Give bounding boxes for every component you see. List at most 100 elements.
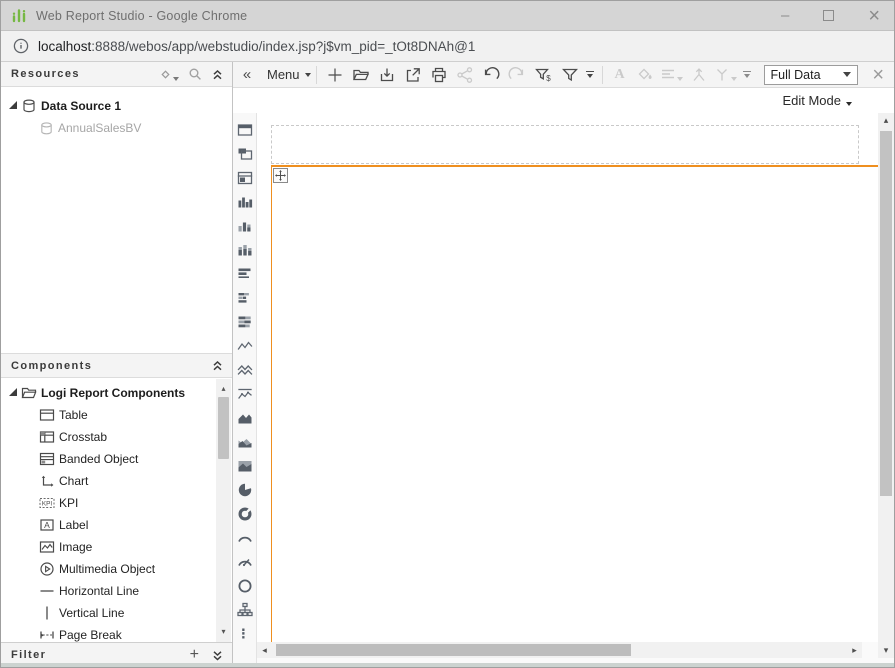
save-button[interactable] <box>374 63 400 87</box>
palette-arc-chart-icon[interactable] <box>235 526 255 550</box>
palette-circle-chart-icon[interactable] <box>235 574 255 598</box>
tree-node-data-source[interactable]: Data Source 1 <box>9 95 121 117</box>
scroll-up-icon[interactable]: ▴ <box>878 113 894 128</box>
save-icon <box>378 66 396 84</box>
component-label: Crosstab <box>59 430 107 444</box>
url-host: localhost <box>38 39 91 54</box>
filter-button[interactable] <box>557 63 583 87</box>
maximize-icon[interactable] <box>823 10 834 21</box>
palette-column-chart-icon[interactable] <box>235 190 255 214</box>
scroll-right-icon[interactable]: ▸ <box>847 642 862 658</box>
palette-stacked-column-chart-icon[interactable] <box>235 238 255 262</box>
add-filter-icon[interactable]: + <box>190 647 199 663</box>
component-item-image[interactable]: Image <box>39 536 92 558</box>
report-design-canvas[interactable] <box>257 113 879 642</box>
address-bar[interactable]: localhost:8888/webos/app/webstudio/index… <box>1 31 894 62</box>
collapse-toolbar-icon[interactable]: « <box>235 63 259 87</box>
redo-icon <box>508 66 526 84</box>
component-item-horizontal-line[interactable]: Horizontal Line <box>39 580 139 602</box>
palette-area-chart-mixed-icon[interactable] <box>235 430 255 454</box>
edit-mode-button[interactable]: Edit Mode <box>782 93 852 108</box>
components-panel-title: Components <box>11 360 92 372</box>
component-label: Horizontal Line <box>59 584 139 598</box>
printer-icon <box>430 66 448 84</box>
palette-stacked-bar-chart-icon[interactable] <box>235 310 255 334</box>
scroll-down-icon[interactable]: ▾ <box>216 624 231 638</box>
palette-column-chart-mixed-icon[interactable] <box>235 214 255 238</box>
component-item-crosstab[interactable]: Crosstab <box>39 426 107 448</box>
palette-donut-chart-icon[interactable] <box>235 502 255 526</box>
component-item-page-break[interactable]: Page Break <box>39 624 122 642</box>
palette-pie-chart-icon[interactable] <box>235 478 255 502</box>
palette-line-marker-chart-icon[interactable] <box>235 382 255 406</box>
search-icon[interactable] <box>188 67 202 81</box>
scroll-left-icon[interactable]: ◂ <box>257 642 272 658</box>
undo-button[interactable] <box>478 63 504 87</box>
tree-node-components-root[interactable]: Logi Report Components <box>9 382 185 404</box>
component-item-banded-object[interactable]: Banded Object <box>39 448 138 470</box>
new-report-button[interactable] <box>322 63 348 87</box>
logi-app-icon <box>10 7 28 25</box>
print-button[interactable] <box>426 63 452 87</box>
page-info-icon[interactable] <box>13 38 29 54</box>
palette-banded-object-icon[interactable] <box>235 166 255 190</box>
component-label: Chart <box>59 474 88 488</box>
open-button[interactable] <box>348 63 374 87</box>
canvas-horizontal-scrollbar[interactable]: ◂ ▸ <box>257 642 862 658</box>
data-mode-select[interactable]: Full Data <box>764 65 858 85</box>
scroll-down-icon[interactable]: ▾ <box>878 643 894 658</box>
more-format-icon[interactable] <box>740 63 754 87</box>
view-options-icon[interactable] <box>159 68 179 81</box>
scrollbar-thumb[interactable] <box>880 131 892 496</box>
select-caret-icon <box>843 72 851 77</box>
component-item-chart[interactable]: Chart <box>39 470 88 492</box>
move-icon <box>275 170 286 181</box>
minimize-icon[interactable]: – <box>781 8 789 23</box>
component-item-vertical-line[interactable]: Vertical Line <box>39 602 124 624</box>
close-window-icon[interactable]: × <box>868 6 880 26</box>
components-scrollbar[interactable]: ▴ ▾ <box>216 379 231 642</box>
more-tools-icon[interactable] <box>583 63 597 87</box>
page-header-placeholder[interactable] <box>271 125 859 164</box>
expanded-caret-icon[interactable] <box>9 388 17 396</box>
undo-icon <box>482 66 500 84</box>
palette-crosstab-icon[interactable] <box>235 142 255 166</box>
palette-bar-chart-mixed-icon[interactable] <box>235 286 255 310</box>
scrollbar-thumb[interactable] <box>218 397 229 459</box>
palette-gauge-chart-icon[interactable] <box>235 550 255 574</box>
palette-area-chart-icon[interactable] <box>235 406 255 430</box>
scrollbar-thumb[interactable] <box>276 644 631 656</box>
palette-stacked-area-chart-icon[interactable] <box>235 454 255 478</box>
component-item-table[interactable]: Table <box>39 404 88 426</box>
menu-button[interactable]: Menu <box>259 63 311 87</box>
component-item-multimedia-object[interactable]: Multimedia Object <box>39 558 155 580</box>
expanded-caret-icon[interactable] <box>9 101 17 109</box>
palette-org-chart-icon[interactable] <box>235 598 255 622</box>
filter-panel-title: Filter <box>11 649 46 661</box>
palette-multi-line-chart-icon[interactable] <box>235 358 255 382</box>
redo-button <box>504 63 530 87</box>
expand-filter-icon[interactable] <box>211 649 224 662</box>
component-label: Vertical Line <box>59 606 124 620</box>
palette-table-icon[interactable] <box>235 118 255 142</box>
filter-data-button[interactable]: $ <box>530 63 557 87</box>
scroll-up-icon[interactable]: ▴ <box>216 381 231 395</box>
crosstab-icon <box>39 429 55 445</box>
chart-icon <box>39 473 55 489</box>
component-item-kpi[interactable]: KPI KPI <box>39 492 78 514</box>
palette-bar-chart-icon[interactable] <box>235 262 255 286</box>
multimedia-icon <box>39 561 55 577</box>
url-text[interactable]: localhost:8888/webos/app/webstudio/index… <box>38 39 475 54</box>
palette-more-components-icon[interactable]: ⋮ <box>235 622 255 646</box>
collapse-components-icon[interactable] <box>211 359 224 372</box>
close-report-icon[interactable]: × <box>872 62 884 88</box>
band-move-handle[interactable] <box>273 168 288 183</box>
collapse-resources-icon[interactable] <box>211 68 224 81</box>
fill-color-button <box>632 63 658 87</box>
chevrons-left-glyph: « <box>243 66 251 83</box>
export-button[interactable] <box>400 63 426 87</box>
tree-node-business-view[interactable]: AnnualSalesBV <box>39 117 141 139</box>
canvas-vertical-scrollbar[interactable]: ▴ ▾ <box>878 113 894 658</box>
palette-line-chart-icon[interactable] <box>235 334 255 358</box>
component-item-label[interactable]: A Label <box>39 514 88 536</box>
